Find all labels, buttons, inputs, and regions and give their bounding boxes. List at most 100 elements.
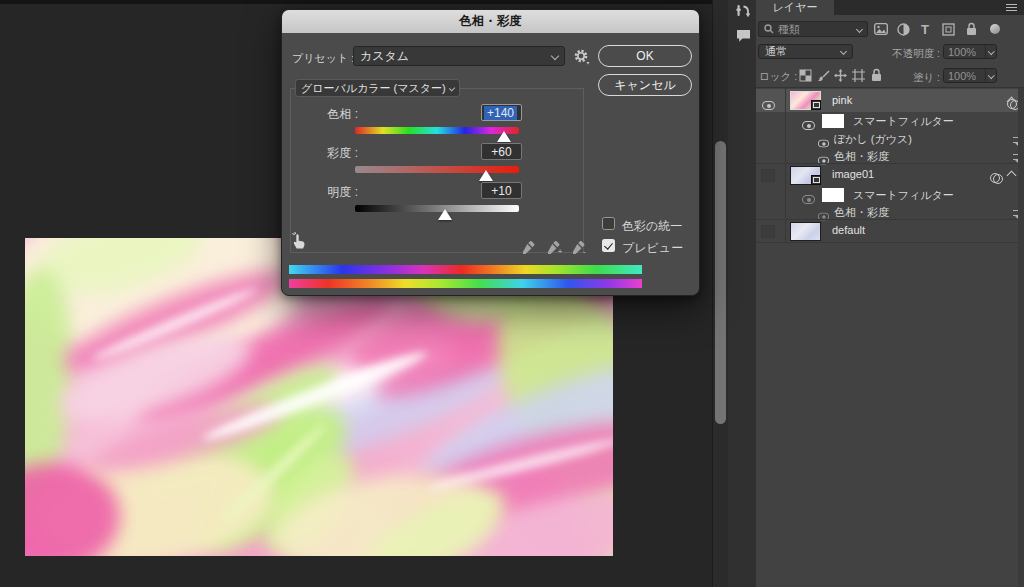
filter-name[interactable]: 色相・彩度 xyxy=(834,149,889,164)
light-value: +10 xyxy=(491,184,511,198)
chevron-down-icon xyxy=(840,48,847,55)
fill-input[interactable]: 100% xyxy=(943,68,997,83)
colorize-label: 色彩の統一 xyxy=(622,218,682,235)
filter-row-huesat[interactable]: 色相・彩度 xyxy=(756,203,1018,219)
dialog-title-bar[interactable]: 色相・彩度 xyxy=(282,10,699,33)
layer-row-image01[interactable]: image01 xyxy=(756,164,1018,186)
targeted-adjustment-hand-icon[interactable] xyxy=(290,231,309,250)
layer-thumbnail[interactable] xyxy=(790,222,821,241)
visibility-eye-icon[interactable] xyxy=(802,121,815,130)
lock-transparent-icon[interactable] xyxy=(799,69,812,82)
eyedropper-icon[interactable] xyxy=(521,240,536,255)
properties-panel-icon[interactable] xyxy=(736,4,751,19)
pixel-layer-filter-icon[interactable] xyxy=(874,23,888,35)
preset-select[interactable]: カスタム xyxy=(353,46,565,66)
smart-filter-indicator-icon[interactable] xyxy=(990,173,1002,183)
layer-row-default[interactable]: default xyxy=(756,220,1018,242)
layer-name[interactable]: image01 xyxy=(832,168,874,180)
blend-mode-select[interactable]: 通常 xyxy=(758,44,853,59)
divider xyxy=(756,242,1018,243)
lock-paint-icon[interactable] xyxy=(817,69,830,82)
cancel-button[interactable]: キャンセル xyxy=(598,74,692,96)
smart-object-filter-icon[interactable] xyxy=(965,22,978,36)
cancel-label: キャンセル xyxy=(614,77,675,94)
smart-object-badge-icon xyxy=(811,100,821,110)
visibility-eye-empty[interactable] xyxy=(761,225,775,238)
lock-move-icon[interactable] xyxy=(834,69,847,82)
fill-value: 100% xyxy=(948,70,976,82)
collapse-filters-icon[interactable] xyxy=(1007,171,1017,181)
opacity-input[interactable]: 100% xyxy=(943,44,997,59)
adjustment-layer-filter-icon[interactable] xyxy=(897,23,910,36)
tab-layers-label: レイヤー xyxy=(773,0,818,15)
light-label: 明度 : xyxy=(302,184,358,201)
sat-slider-thumb[interactable] xyxy=(479,170,493,181)
light-slider[interactable] xyxy=(355,205,519,225)
layer-name[interactable]: default xyxy=(832,224,865,236)
tab-layers[interactable]: レイヤー xyxy=(756,0,834,15)
lock-all-icon[interactable] xyxy=(870,68,883,82)
add-eyedropper-icon[interactable]: + xyxy=(546,240,563,255)
light-input[interactable]: +10 xyxy=(481,182,522,199)
subtract-eyedropper-icon[interactable]: - xyxy=(571,240,588,255)
type-layer-filter-icon[interactable]: T xyxy=(921,22,929,37)
sat-label: 彩度 : xyxy=(302,145,358,162)
hue-ramp-before xyxy=(289,265,642,274)
visibility-eye-empty[interactable] xyxy=(761,169,775,182)
shape-layer-filter-icon[interactable] xyxy=(942,23,955,36)
opacity-label: 不透明度 : xyxy=(860,47,940,61)
layer-row-pink[interactable]: pink xyxy=(756,89,1018,112)
hue-saturation-dialog: 色相・彩度 プリセット : カスタム OK キャンセル グローバルカラー (マス… xyxy=(281,9,700,296)
svg-text:+: + xyxy=(558,248,562,255)
svg-text:-: - xyxy=(583,247,586,255)
fill-dropdown[interactable] xyxy=(985,69,997,82)
chevron-down-icon xyxy=(988,48,994,54)
opacity-dropdown[interactable] xyxy=(985,45,997,58)
smart-filters-label: スマートフィルター xyxy=(853,114,954,129)
comments-panel-icon[interactable] xyxy=(736,28,751,43)
sat-value: +60 xyxy=(491,145,511,159)
panel-menu-icon[interactable] xyxy=(1006,4,1017,11)
preset-value: カスタム xyxy=(360,48,409,65)
lock-artboard-icon[interactable] xyxy=(852,69,865,82)
filter-toggle-icon[interactable] xyxy=(990,24,1000,34)
dialog-title: 色相・彩度 xyxy=(459,13,522,30)
preview-checkbox[interactable] xyxy=(602,239,615,252)
hue-input[interactable]: +140 xyxy=(481,104,522,121)
scrollbar-track[interactable] xyxy=(712,0,728,587)
smart-filters-row[interactable]: スマートフィルター xyxy=(756,112,1018,130)
filter-name[interactable]: 色相・彩度 xyxy=(834,205,889,220)
eye-column-divider xyxy=(785,88,786,243)
ok-button[interactable]: OK xyxy=(598,45,692,67)
sat-input[interactable]: +60 xyxy=(481,143,522,160)
layer-thumbnail[interactable] xyxy=(790,91,821,110)
scrollbar-thumb[interactable] xyxy=(715,141,726,424)
visibility-eye-icon[interactable] xyxy=(762,101,775,110)
preset-options-gear-icon[interactable] xyxy=(573,48,590,65)
fill-label: 塗り : xyxy=(890,71,940,85)
channel-value: グローバルカラー (マスター) xyxy=(301,81,446,96)
smart-filters-row[interactable]: スマートフィルター xyxy=(756,186,1018,203)
layers-panel-scroll-track[interactable] xyxy=(1018,88,1024,587)
preset-label: プリセット : xyxy=(292,51,354,66)
lock-label: ロック : xyxy=(759,70,797,84)
opacity-value: 100% xyxy=(948,46,976,58)
smart-filters-label: スマートフィルター xyxy=(853,188,954,203)
hue-value: +140 xyxy=(484,106,517,120)
colorize-checkbox[interactable] xyxy=(602,217,615,230)
filter-row-blur[interactable]: ぼかし (ガウス) xyxy=(756,130,1018,147)
filter-row-huesat[interactable]: 色相・彩度 xyxy=(756,147,1018,164)
search-label: 種類 xyxy=(778,22,800,37)
filter-name[interactable]: ぼかし (ガウス) xyxy=(834,132,912,147)
hue-slider-thumb[interactable] xyxy=(497,131,511,142)
smart-filter-mask-thumbnail[interactable] xyxy=(822,114,844,128)
panel-dock-strip xyxy=(728,0,756,587)
smart-filter-mask-thumbnail[interactable] xyxy=(822,188,844,202)
layer-thumbnail[interactable] xyxy=(790,166,821,185)
chevron-down-icon xyxy=(449,85,456,92)
layer-filter-search[interactable]: 種類 xyxy=(758,21,868,37)
light-slider-thumb[interactable] xyxy=(438,209,452,220)
layer-name[interactable]: pink xyxy=(832,94,852,106)
chevron-down-icon xyxy=(551,52,559,60)
channel-select[interactable]: グローバルカラー (マスター) xyxy=(295,79,460,97)
